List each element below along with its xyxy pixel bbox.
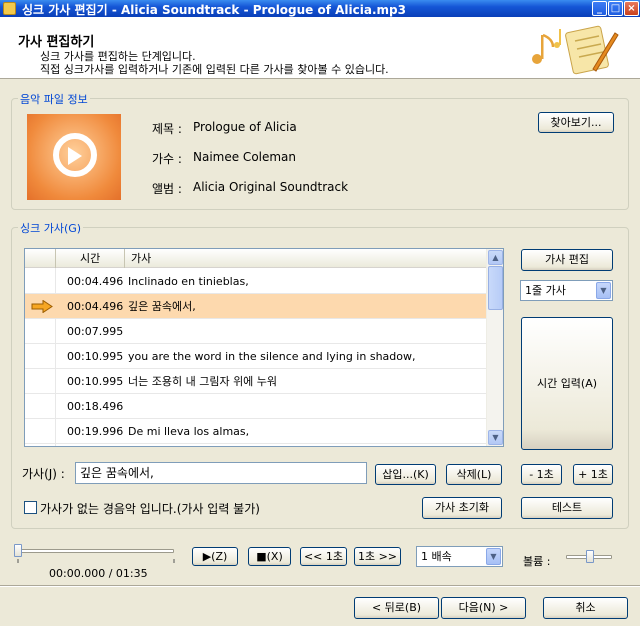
sync-lyrics-legend: 싱크 가사(G): [18, 220, 84, 236]
line-mode-select[interactable]: 1줄 가사 ▼: [520, 280, 613, 301]
play-button[interactable]: ▶(Z): [192, 547, 238, 566]
row-time: 00:04.496: [67, 275, 124, 288]
table-row[interactable]: 00:07.995: [25, 319, 487, 344]
minimize-button[interactable]: _: [592, 1, 607, 16]
album-art: [27, 114, 121, 200]
chevron-down-icon[interactable]: ▼: [486, 548, 501, 565]
scroll-up-icon[interactable]: ▲: [488, 250, 503, 265]
row-time: 00:10.995: [67, 350, 124, 363]
lyrics-list[interactable]: 시간 가사 00:04.496 Inclinado en tinieblas, …: [24, 248, 504, 447]
chevron-down-icon[interactable]: ▼: [596, 282, 611, 299]
lyric-input-label: 가사(J) :: [22, 467, 65, 481]
speed-select[interactable]: 1 배속 ▼: [416, 546, 503, 567]
stop-button[interactable]: ■(X): [248, 547, 291, 566]
row-lyric: Inclinado en tinieblas,: [128, 275, 249, 288]
browse-button[interactable]: 찾아보기...: [538, 112, 614, 133]
seek-thumb[interactable]: [14, 544, 22, 557]
rewind-one-second-button[interactable]: << 1초: [300, 547, 347, 566]
insert-button[interactable]: 삽입...(K): [375, 464, 436, 485]
music-info-legend: 음악 파일 정보: [18, 91, 90, 107]
maximize-button[interactable]: □: [608, 1, 623, 16]
row-time: 00:18.496: [67, 400, 124, 413]
column-header-marker: [25, 249, 56, 268]
window-title: 싱크 가사 편집기 - Alicia Soundtrack - Prologue…: [22, 3, 406, 17]
row-time: 00:07.995: [67, 325, 124, 338]
no-lyrics-checkbox-label[interactable]: 가사가 없는 경음악 입니다.(가사 입력 불가): [40, 500, 260, 517]
row-time: 00:10.995: [67, 375, 124, 388]
delete-button[interactable]: 삭제(L): [446, 464, 502, 485]
table-row[interactable]: 00:10.995 너는 조용히 내 그림자 위에 누워: [25, 369, 487, 394]
title-bar: 싱크 가사 편집기 - Alicia Soundtrack - Prologue…: [0, 0, 640, 17]
row-lyric: 깊은 꿈속에서,: [128, 300, 196, 313]
scroll-down-icon[interactable]: ▼: [488, 430, 503, 445]
seek-ticks: [17, 559, 175, 563]
speed-value: 1 배속: [421, 550, 452, 563]
app-icon: [3, 2, 16, 15]
playback-time: 00:00.000 / 01:35: [49, 567, 148, 580]
table-row-selected[interactable]: 00:04.496 깊은 꿈속에서,: [25, 294, 487, 319]
table-row[interactable]: 00:04.496 Inclinado en tinieblas,: [25, 269, 487, 294]
column-header-lyric[interactable]: 가사: [125, 249, 487, 268]
volume-thumb[interactable]: [586, 550, 594, 563]
lyric-input[interactable]: 깊은 꿈속에서,: [75, 462, 367, 484]
volume-label: 볼륨 :: [523, 555, 551, 568]
time-input-button[interactable]: 시간 입력(A): [521, 317, 613, 450]
footer-separator: [0, 585, 640, 587]
seek-track[interactable]: [17, 549, 174, 553]
page-description-2: 직접 싱크가사를 입력하거나 기존에 입력된 다른 가사를 찾아볼 수 있습니다…: [40, 63, 389, 76]
table-row[interactable]: 00:10.995 you are the word in the silenc…: [25, 344, 487, 369]
play-icon: [68, 147, 82, 165]
title-value: Prologue of Alicia: [193, 120, 297, 134]
cancel-button[interactable]: 취소: [543, 597, 628, 619]
row-time: 00:04.496: [67, 300, 124, 313]
artist-value: Naimee Coleman: [193, 150, 297, 164]
artist-label: 가수 :: [152, 152, 182, 166]
plus-one-second-button[interactable]: + 1초: [573, 464, 613, 485]
close-button[interactable]: ×: [624, 1, 639, 16]
row-lyric: De mi lleva los almas,: [128, 425, 250, 438]
back-button[interactable]: < 뒤로(B): [354, 597, 439, 619]
table-row[interactable]: 00:19.996 De mi lleva los almas,: [25, 419, 487, 444]
column-header-time[interactable]: 시간: [56, 249, 125, 268]
current-row-arrow-icon: [31, 300, 53, 313]
row-lyric: 너는 조용히 내 그림자 위에 누워: [128, 375, 278, 388]
reset-lyrics-button[interactable]: 가사 초기화: [422, 497, 502, 519]
album-value: Alicia Original Soundtrack: [193, 180, 349, 194]
line-mode-value: 1줄 가사: [525, 284, 566, 297]
lyrics-scrollbar[interactable]: ▲ ▼: [486, 249, 503, 446]
edit-lyrics-button[interactable]: 가사 편집: [521, 249, 613, 271]
row-time: 00:19.996: [67, 425, 124, 438]
list-header: 시간 가사: [25, 249, 487, 268]
test-button[interactable]: 테스트: [521, 497, 613, 519]
minus-one-second-button[interactable]: - 1초: [521, 464, 562, 485]
scroll-thumb[interactable]: [488, 266, 503, 310]
forward-one-second-button[interactable]: 1초 >>: [354, 547, 401, 566]
wizard-header: 가사 편집하기 싱크 가사를 편집하는 단계입니다. 직접 싱크가사를 입력하거…: [0, 17, 640, 79]
row-lyric: you are the word in the silence and lyin…: [128, 350, 416, 363]
table-row[interactable]: 00:18.496: [25, 394, 487, 419]
title-label: 제목 :: [152, 122, 182, 136]
music-note-pen-icon: [532, 25, 619, 75]
next-button[interactable]: 다음(N) >: [441, 597, 526, 619]
no-lyrics-checkbox[interactable]: [24, 501, 37, 514]
album-label: 앨범 :: [152, 182, 182, 196]
